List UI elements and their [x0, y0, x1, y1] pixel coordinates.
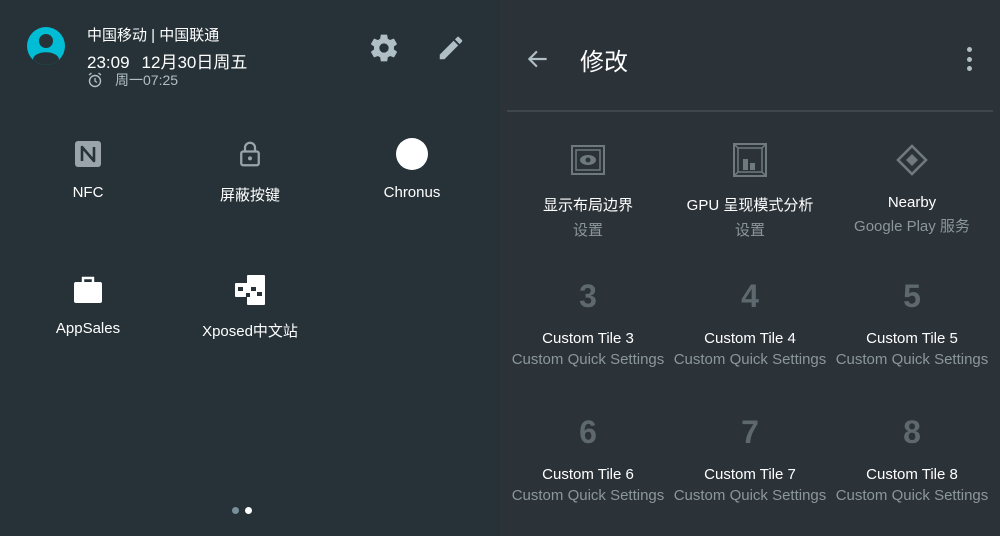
nfc-icon — [68, 134, 108, 174]
gpu-profile-icon — [730, 140, 770, 180]
tile-label: Custom Tile 4 — [704, 330, 796, 347]
tile-sublabel: 设置 — [734, 222, 765, 239]
tile-number: 4 — [741, 278, 759, 314]
edit-tile-layout-bounds[interactable]: 显示布局边界 设置 — [507, 140, 669, 240]
back-arrow-icon[interactable] — [525, 46, 551, 72]
layout-bounds-icon — [568, 140, 608, 180]
page-indicator — [232, 507, 252, 514]
edit-tile-gpu-profile[interactable]: GPU 呈现模式分析 设置 — [669, 140, 831, 240]
edit-tile-custom-5[interactable]: 5 Custom Tile 5 Custom Quick Settings — [831, 276, 993, 368]
tile-sublabel: Custom Quick Settings — [673, 351, 827, 368]
tile-label: GPU 呈现模式分析 — [686, 197, 814, 214]
alarm-time: 周一07:25 — [115, 72, 179, 88]
tile-number: 7 — [741, 414, 759, 450]
next-alarm[interactable]: 周一07:25 — [87, 70, 178, 90]
tile-label: 屏蔽按键 — [219, 187, 280, 204]
tile-sublabel: 设置 — [572, 222, 603, 239]
edit-pencil-icon[interactable] — [436, 33, 466, 63]
tile-label: Xposed中文站 — [202, 323, 298, 340]
tile-label: Custom Tile 8 — [866, 466, 958, 483]
edit-tile-nearby[interactable]: Nearby Google Play 服务 — [831, 140, 993, 236]
tile-number: 5 — [903, 278, 921, 314]
tile-number: 6 — [579, 414, 597, 450]
tile-number: 3 — [579, 278, 597, 314]
tile-lock-keys[interactable]: 屏蔽按键 — [170, 134, 330, 205]
page-dot[interactable] — [232, 507, 239, 514]
user-avatar-icon[interactable] — [27, 27, 65, 65]
edit-tile-custom-7[interactable]: 7 Custom Tile 7 Custom Quick Settings — [669, 412, 831, 504]
tile-sublabel: Google Play 服务 — [854, 218, 970, 235]
puzzle-icon — [230, 270, 270, 310]
tile-label: Custom Tile 6 — [542, 466, 634, 483]
tile-label: Custom Tile 3 — [542, 330, 634, 347]
circle-icon — [392, 134, 432, 174]
tile-chronus[interactable]: Chronus — [332, 134, 492, 201]
lock-icon — [230, 134, 270, 174]
page-title: 修改 — [580, 49, 628, 76]
edit-tile-custom-3[interactable]: 3 Custom Tile 3 Custom Quick Settings — [507, 276, 669, 368]
tile-label: Chronus — [383, 184, 441, 201]
tile-label: Custom Tile 7 — [704, 466, 796, 483]
tile-label: Custom Tile 5 — [866, 330, 958, 347]
alarm-clock-icon — [87, 72, 103, 88]
tile-sublabel: Custom Quick Settings — [511, 351, 665, 368]
more-options-icon[interactable] — [958, 44, 980, 74]
briefcase-icon — [68, 270, 108, 310]
edit-tile-custom-6[interactable]: 6 Custom Tile 6 Custom Quick Settings — [507, 412, 669, 504]
tile-number: 8 — [903, 414, 921, 450]
tile-appsales[interactable]: AppSales — [8, 270, 168, 337]
tile-xposed[interactable]: Xposed中文站 — [170, 270, 330, 341]
tile-label: NFC — [72, 184, 104, 201]
tile-sublabel: Custom Quick Settings — [835, 487, 989, 504]
edit-tile-custom-4[interactable]: 4 Custom Tile 4 Custom Quick Settings — [669, 276, 831, 368]
tile-label: AppSales — [55, 320, 121, 337]
quick-settings-panel: 中国移动 | 中国联通 23:09 12月30日周五 周一07:25 NFC 屏蔽… — [0, 0, 500, 536]
tile-nfc[interactable]: NFC — [8, 134, 168, 201]
tile-sublabel: Custom Quick Settings — [835, 351, 989, 368]
carrier-name: 中国移动 | 中国联通 — [87, 27, 220, 44]
page-dot-active[interactable] — [245, 507, 252, 514]
settings-gear-icon[interactable] — [368, 32, 400, 64]
tile-sublabel: Custom Quick Settings — [673, 487, 827, 504]
edit-tile-custom-8[interactable]: 8 Custom Tile 8 Custom Quick Settings — [831, 412, 993, 504]
divider — [507, 110, 993, 112]
nearby-icon — [892, 140, 932, 180]
tile-label: 显示布局边界 — [542, 197, 633, 214]
tile-sublabel: Custom Quick Settings — [511, 487, 665, 504]
tile-label: Nearby — [887, 194, 937, 211]
